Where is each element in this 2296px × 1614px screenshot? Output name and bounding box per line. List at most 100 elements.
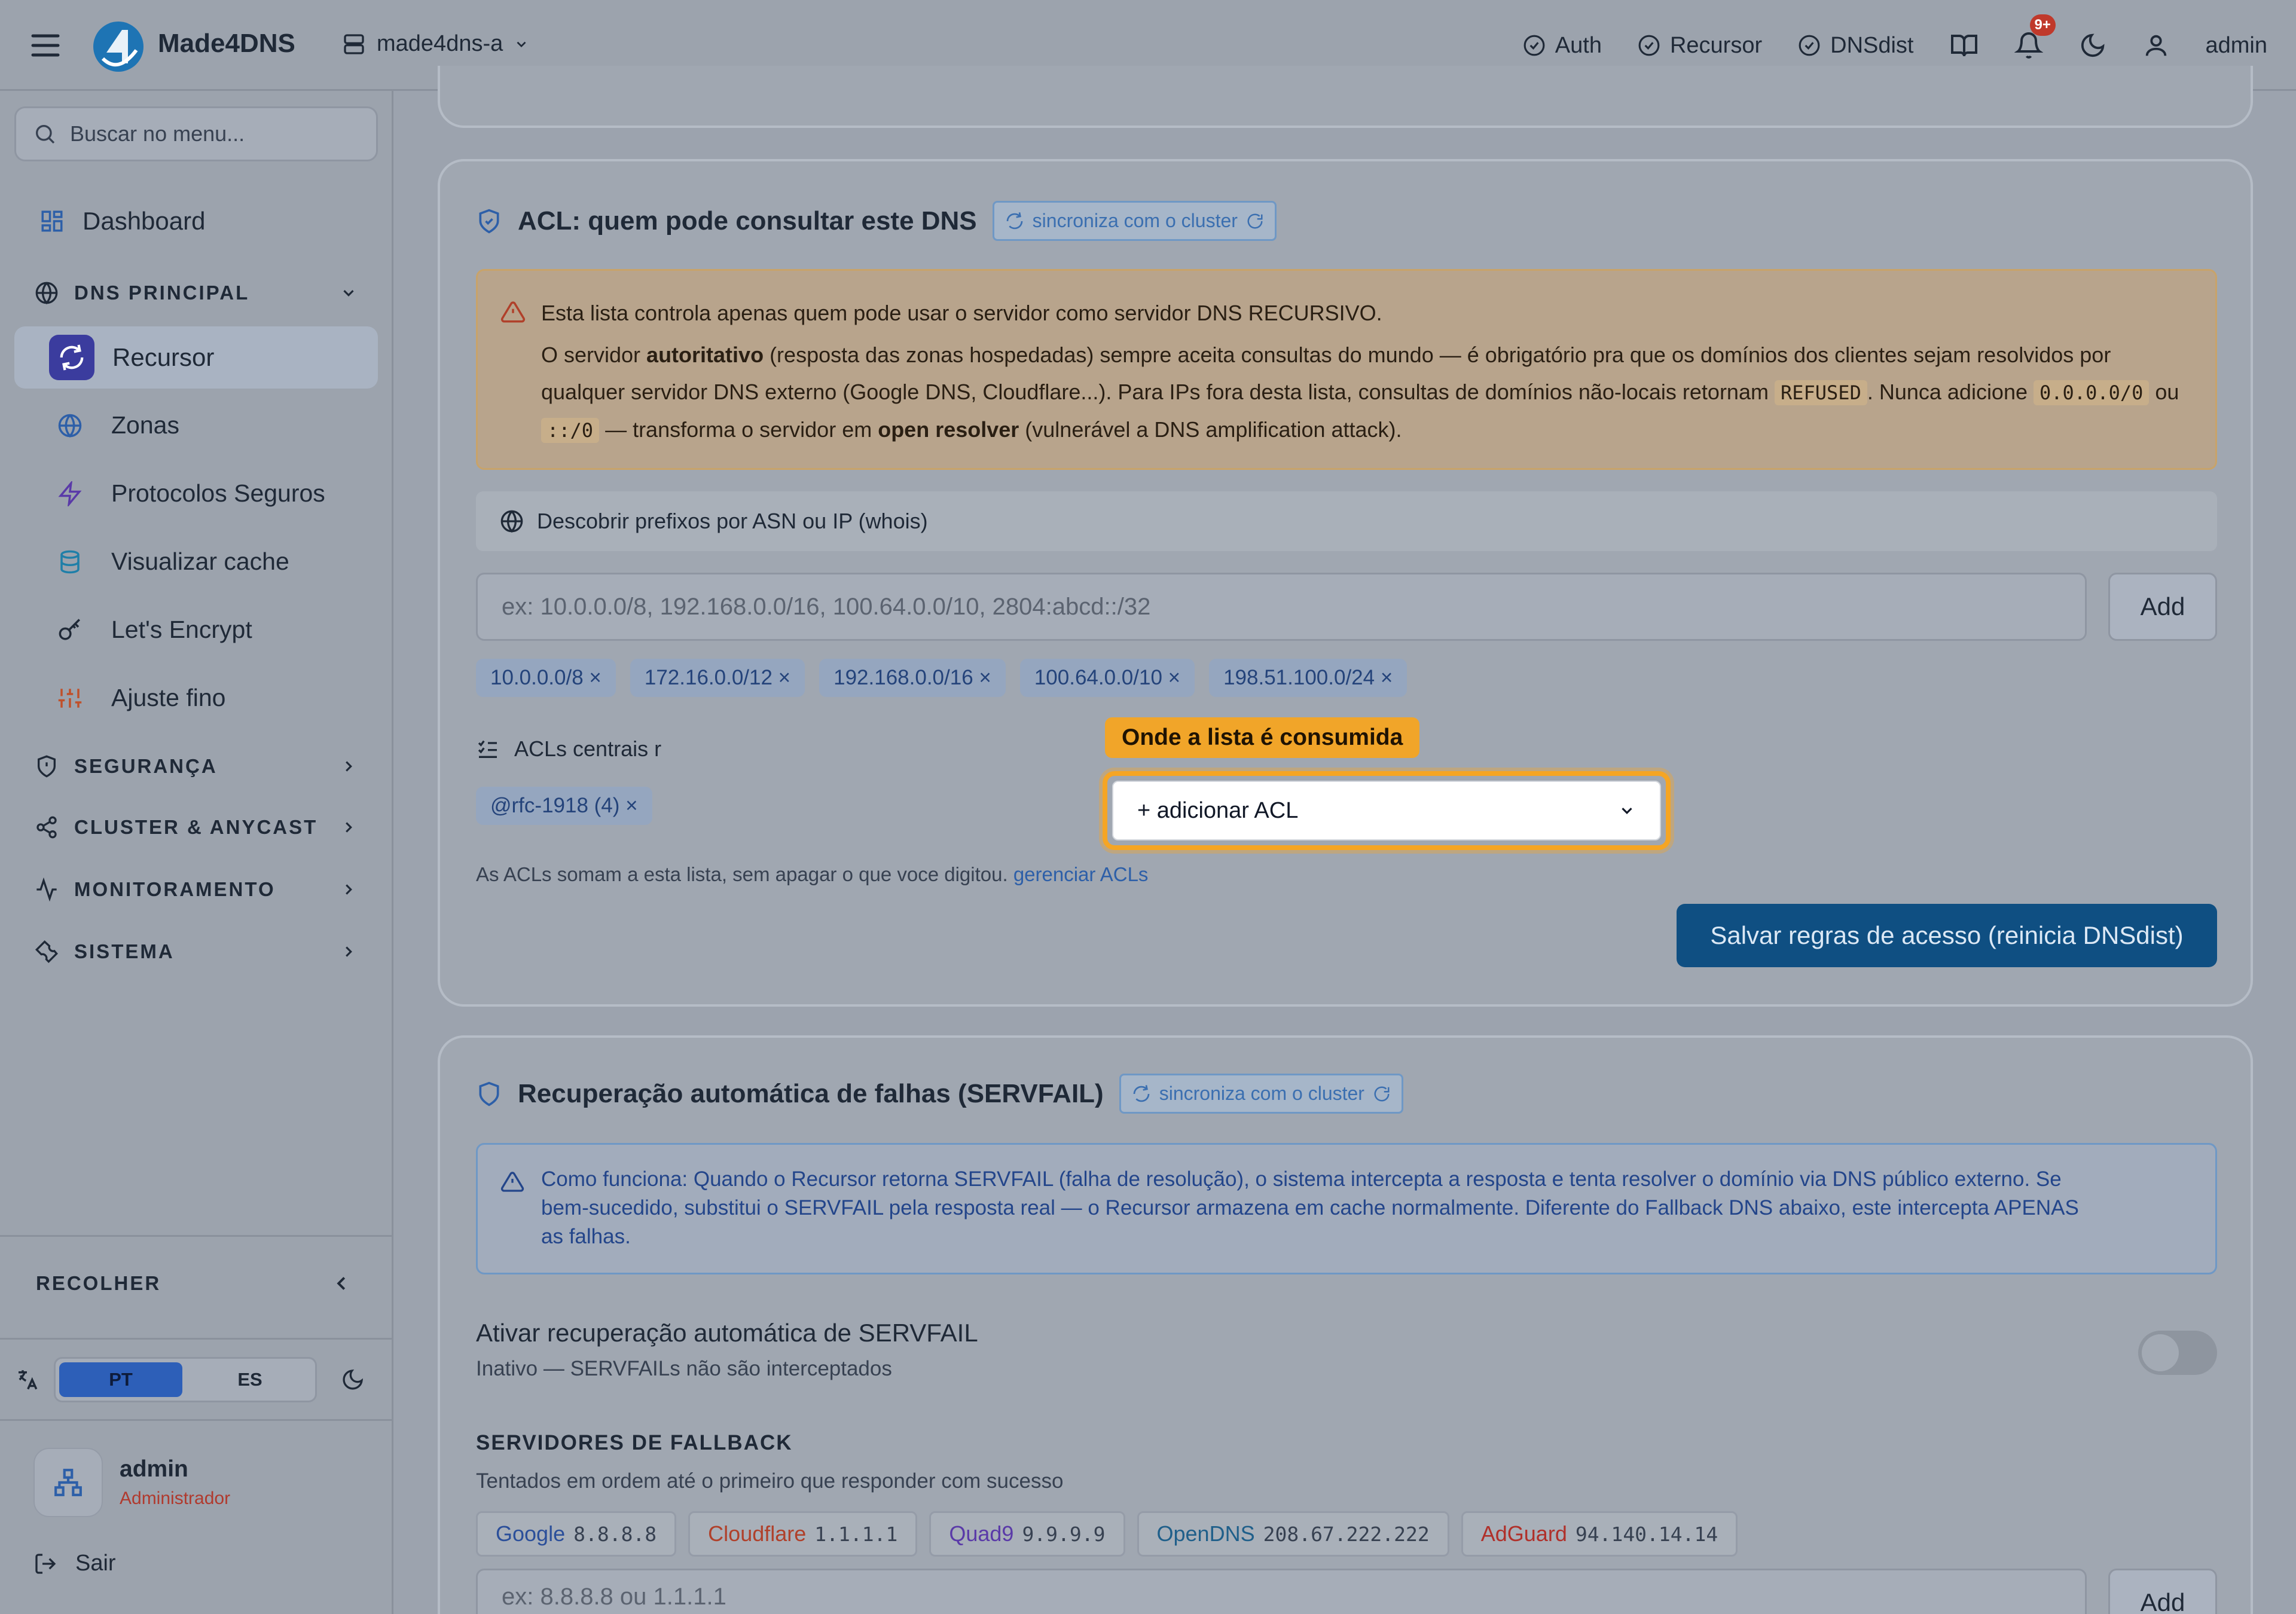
servfail-card: Recuperação automática de falhas (SERVFA… [438, 1035, 2253, 1614]
notification-badge: 9+ [2029, 14, 2056, 36]
server-icon [342, 32, 366, 56]
shield-icon [476, 1081, 502, 1107]
logout-icon [33, 1552, 57, 1576]
tooltip-onde-consumida: Onde a lista é consumida [1105, 717, 1420, 758]
hamburger-menu-icon[interactable] [31, 33, 60, 57]
prefix-chip[interactable]: 198.51.100.0/24 × [1209, 659, 1407, 697]
sidebar-item-recursor[interactable]: Recursor [14, 326, 378, 389]
check-circle-icon [1798, 34, 1821, 57]
share-nodes-icon [35, 815, 59, 839]
save-access-rules-button[interactable]: Salvar regras de acesso (reinicia DNSdis… [1677, 904, 2217, 967]
status-dnsdist[interactable]: DNSdist [1798, 33, 1914, 59]
prefix-chip[interactable]: 100.64.0.0/10 × [1019, 659, 1195, 697]
refresh-small-icon [1246, 212, 1264, 230]
sidebar-item-dashboard[interactable]: Dashboard [14, 190, 378, 252]
sync-icon [1005, 212, 1024, 231]
sidebar-user: admin Administrador [33, 1448, 230, 1517]
add-fallback-server-button[interactable]: Add [2108, 1569, 2217, 1614]
toggle-knob [2142, 1334, 2179, 1371]
sync-cluster-badge: sincroniza com o cluster [992, 201, 1277, 241]
refresh-icon [49, 335, 94, 380]
key-icon [57, 618, 83, 643]
docs-book-icon[interactable] [1950, 31, 1979, 60]
sidebar-section-cluster-anycast[interactable]: CLUSTER & ANYCAST [35, 815, 358, 839]
fallback-servers-subtitle: Tentados em ordem até o primeiro que res… [476, 1469, 1064, 1493]
dashboard-grid-icon [39, 209, 65, 234]
lang-pt-button[interactable]: PT [59, 1362, 182, 1397]
moon-icon[interactable] [341, 1368, 365, 1392]
network-icon [53, 1468, 83, 1497]
list-check-icon [476, 737, 500, 761]
header-username[interactable]: admin [2206, 33, 2268, 59]
chevron-down-icon [340, 284, 358, 302]
fallback-server-chip[interactable]: Quad9 9.9.9.9 [929, 1511, 1125, 1557]
add-prefix-button[interactable]: Add [2108, 573, 2217, 641]
servfail-toggle-status: Inativo — SERVFAILs não são interceptado… [476, 1357, 892, 1380]
fallback-server-chip[interactable]: Cloudflare 1.1.1.1 [688, 1511, 918, 1557]
activity-pulse-icon [35, 878, 59, 901]
warning-triangle-icon [500, 1170, 524, 1194]
sidebar-divider [0, 1235, 393, 1237]
sidebar-item-protocolos-seguros[interactable]: Protocolos Seguros [57, 479, 325, 508]
globe-icon [57, 413, 83, 438]
fallback-server-input[interactable]: ex: 8.8.8.8 ou 1.1.1.1 [476, 1569, 2087, 1614]
sidebar-section-dns-principal[interactable]: DNS PRINCIPAL [35, 281, 358, 305]
servfail-info-box: Como funciona: Quando o Recursor retorna… [476, 1143, 2217, 1274]
sidebar-section-seguranca[interactable]: SEGURANÇA [35, 754, 358, 778]
sidebar-item-ajuste-fino[interactable]: Ajuste fino [57, 684, 225, 712]
refresh-small-icon [1373, 1085, 1391, 1103]
notifications-button[interactable]: 9+ [2014, 14, 2056, 60]
servfail-toggle-label: Ativar recuperação automática de SERVFAI… [476, 1319, 978, 1347]
search-icon [33, 122, 57, 146]
acl-chip-rfc1918[interactable]: @rfc-1918 (4) × [476, 787, 652, 825]
acl-warning-box: Esta lista controla apenas quem pode usa… [476, 269, 2217, 470]
fallback-server-chip[interactable]: AdGuard 94.140.14.14 [1461, 1511, 1738, 1557]
fallback-server-chip[interactable]: OpenDNS 208.67.222.222 [1137, 1511, 1449, 1557]
database-icon [57, 549, 83, 574]
prefix-chip[interactable]: 192.168.0.0/16 × [819, 659, 1006, 697]
user-role: Administrador [120, 1488, 231, 1508]
chevron-right-icon [340, 943, 358, 961]
fallback-server-chip[interactable]: Google 8.8.8.8 [476, 1511, 677, 1557]
sync-cluster-badge: sincroniza com o cluster [1119, 1074, 1403, 1114]
status-recursor[interactable]: Recursor [1638, 33, 1762, 59]
brand-name[interactable]: Made4DNS [158, 29, 295, 59]
sidebar-item-lets-encrypt[interactable]: Let's Encrypt [57, 616, 252, 644]
warning-triangle-icon [500, 299, 526, 325]
globe-icon [35, 281, 59, 305]
chevron-left-icon [330, 1272, 353, 1295]
warning-paragraph: O servidor autoritativo (resposta das zo… [541, 343, 2179, 443]
brand-logo-icon[interactable] [92, 20, 145, 73]
user-icon[interactable] [2142, 32, 2170, 59]
sync-icon [1132, 1084, 1151, 1103]
lang-es-button[interactable]: ES [188, 1362, 312, 1397]
servfail-toggle-switch[interactable] [2138, 1331, 2217, 1375]
fallback-server-list: Google 8.8.8.8 Cloudflare 1.1.1.1 Quad9 … [476, 1511, 1738, 1557]
prefix-chip[interactable]: 172.16.0.0/12 × [630, 659, 805, 697]
acl-help-text: As ACLs somam a esta lista, sem apagar o… [476, 863, 1149, 885]
sidebar-section-monitoramento[interactable]: MONITORAMENTO [35, 878, 358, 901]
sidebar-search-input[interactable]: Buscar no menu... [14, 106, 378, 161]
server-name: made4dns-a [377, 31, 503, 56]
discover-prefixes-toggle[interactable]: Descobrir prefixos por ASN ou IP (whois) [476, 491, 2217, 551]
status-auth[interactable]: Auth [1523, 33, 1602, 59]
sliders-icon [57, 686, 83, 711]
server-selector[interactable]: made4dns-a [342, 31, 529, 57]
sidebar-item-visualizar-cache[interactable]: Visualizar cache [57, 548, 289, 576]
prefix-chip[interactable]: 10.0.0.0/8 × [476, 659, 616, 697]
central-acls-label: ACLs centrais r [476, 736, 661, 762]
shield-check-icon [476, 208, 502, 234]
chevron-down-icon [514, 36, 529, 52]
prefix-input[interactable]: ex: 10.0.0.0/8, 192.168.0.0/16, 100.64.0… [476, 573, 2087, 641]
collapse-sidebar-button[interactable]: RECOLHER [36, 1272, 353, 1295]
manage-acls-link[interactable]: gerenciar ACLs [1013, 863, 1149, 885]
logout-button[interactable]: Sair [33, 1551, 116, 1576]
language-toggle: PT ES [54, 1357, 317, 1402]
sidebar-item-zonas[interactable]: Zonas [57, 411, 179, 439]
dark-mode-moon-icon[interactable] [2079, 32, 2106, 59]
prefix-chip-list: 10.0.0.0/8 × 172.16.0.0/12 × 192.168.0.0… [476, 659, 1407, 697]
warning-line-1: Esta lista controla apenas quem pode usa… [541, 301, 1382, 325]
sidebar-section-sistema[interactable]: SISTEMA [35, 940, 358, 964]
add-acl-select[interactable]: + adicionar ACL [1112, 781, 1661, 840]
previous-card [438, 66, 2253, 128]
